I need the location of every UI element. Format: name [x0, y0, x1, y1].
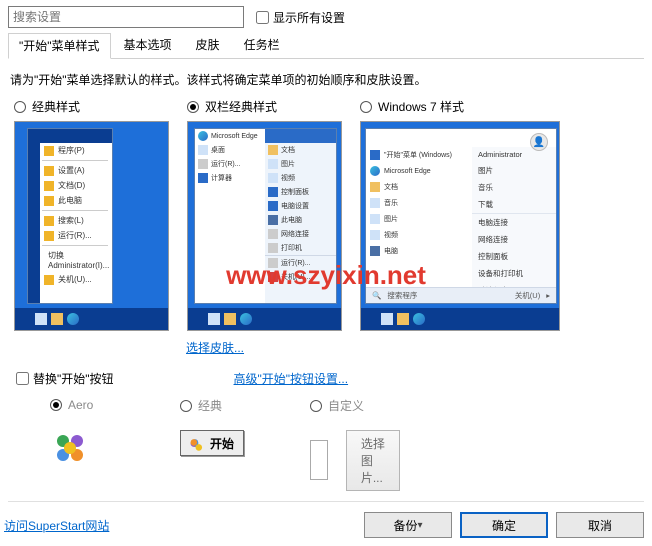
radio-icon — [180, 400, 192, 412]
tab-skin[interactable]: 皮肤 — [185, 32, 231, 58]
style-preview-twocolumn[interactable]: Microsoft Edge 桌面 运行(R)... 计算器 文档 图片 视频 … — [187, 121, 342, 331]
radio-icon — [50, 399, 62, 411]
radio-icon — [360, 101, 372, 113]
radio-icon — [187, 101, 199, 113]
show-all-checkbox[interactable]: 显示所有设置 — [256, 9, 345, 26]
style-radio-classic[interactable]: 经典样式 — [14, 98, 80, 115]
style-radio-twocolumn[interactable]: 双栏经典样式 — [187, 98, 277, 115]
style-preview-classic[interactable]: 程序(P) 设置(A) 文档(D) 此电脑 搜索(L) 运行(R)... 切换 … — [14, 121, 169, 331]
startbtn-radio-aero[interactable]: Aero — [50, 398, 93, 412]
show-all-checkbox-input[interactable] — [256, 11, 269, 24]
search-icon: 🔍 — [372, 291, 381, 300]
tab-taskbar[interactable]: 任务栏 — [233, 32, 291, 58]
replace-start-checkbox-input[interactable] — [16, 372, 29, 385]
ok-button[interactable]: 确定 — [460, 512, 548, 538]
tab-style[interactable]: "开始"菜单样式 — [8, 33, 111, 59]
tab-basic[interactable]: 基本选项 — [113, 32, 183, 58]
visit-site-link[interactable]: 访问SuperStart网站 — [4, 517, 109, 534]
start-icon — [192, 313, 204, 325]
classic-start-preview: 开始 — [180, 430, 244, 456]
select-skin-link[interactable]: 选择皮肤... — [186, 339, 244, 356]
chevron-right-icon: ▸ — [546, 291, 550, 300]
replace-start-checkbox[interactable]: 替换"开始"按钮 — [16, 370, 114, 387]
style-options: 经典样式 程序(P) 设置(A) 文档(D) 此电脑 搜索(L) 运行(R)..… — [14, 98, 644, 331]
adv-start-button-link[interactable]: 高级"开始"按钮设置... — [234, 370, 349, 387]
radio-icon — [14, 101, 26, 113]
startbtn-radio-custom[interactable]: 自定义 — [310, 397, 364, 414]
startbtn-radio-classic[interactable]: 经典 — [180, 397, 222, 414]
custom-start-preview — [310, 440, 328, 480]
radio-icon — [310, 400, 322, 412]
show-all-label: 显示所有设置 — [273, 9, 345, 26]
backup-button[interactable]: 备份 — [364, 512, 452, 538]
avatar: 👤 — [530, 133, 548, 151]
aero-icon — [54, 432, 86, 464]
choose-image-button[interactable]: 选择图片... — [346, 430, 400, 491]
cancel-button[interactable]: 取消 — [556, 512, 644, 538]
search-input[interactable] — [8, 6, 244, 28]
divider — [8, 501, 644, 502]
start-icon — [365, 313, 377, 325]
style-description: 请为"开始"菜单选择默认的样式。该样式将确定菜单项的初始顺序和皮肤设置。 — [10, 71, 644, 88]
replace-start-label: 替换"开始"按钮 — [33, 370, 114, 387]
style-preview-win7[interactable]: 👤 "开始"菜单 (Windows) Microsoft Edge 文档 音乐 … — [360, 121, 560, 331]
start-icon — [19, 313, 31, 325]
style-radio-win7[interactable]: Windows 7 样式 — [360, 98, 464, 115]
tab-bar: "开始"菜单样式 基本选项 皮肤 任务栏 — [8, 32, 644, 59]
